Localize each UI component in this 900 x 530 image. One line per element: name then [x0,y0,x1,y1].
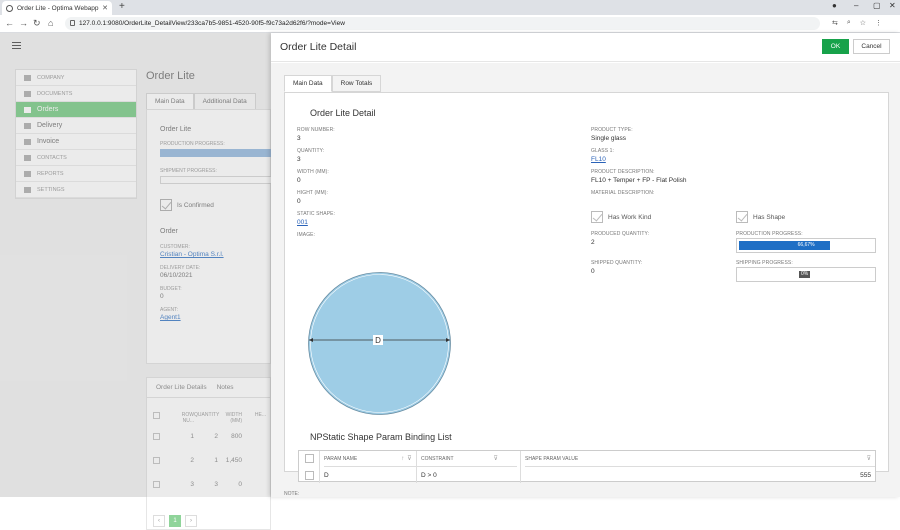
order-lite-detail-panel: Order Lite Detail OK Cancel Main Data Ro… [271,33,900,497]
cell-shape-param-value: 555 [860,471,871,479]
col-shape-param-value[interactable]: SHAPE PARAM VALUE ⊽ [525,451,875,467]
overlay-dim [0,33,271,497]
product-type-value: Single glass [591,135,627,142]
pager-prev-icon[interactable]: ‹ [153,515,165,527]
zoom-icon[interactable]: ⌕ [847,19,851,27]
param-binding-grid: PARAM NAME ↑ ⊽ CONSTRAINT ⊽ SHAPE PARAM … [298,450,876,483]
has-shape-label: Has Shape [753,214,786,221]
quantity-label: QUANTITY: [297,148,325,154]
browser-tab[interactable]: Order Lite - Optima Webapp ✕ [2,1,112,15]
pager-page[interactable]: 1 [169,515,181,527]
tab-main-data[interactable]: Main Data [284,75,332,92]
grid-separator [319,451,320,483]
product-description-value: FL10 + Temper + FP - Flat Polish [591,177,687,184]
panel-header: Order Lite Detail OK Cancel [271,33,900,62]
filter-icon[interactable]: ⊽ [407,455,411,462]
forward-icon[interactable]: → [19,18,28,28]
close-window-icon[interactable]: ✕ [889,1,896,10]
section-title: Order Lite Detail [310,108,376,118]
main-data-content: Order Lite Detail ROW NUMBER: 3 QUANTITY… [284,92,889,483]
new-tab-icon[interactable]: + [119,1,125,12]
col-param-name[interactable]: PARAM NAME ↑ ⊽ [324,451,422,467]
material-description-label: MATERIAL DESCRIPTION: [591,190,655,196]
shipping-progress-bar: 0% [736,267,876,282]
height-label: HIGHT (MM): [297,190,329,196]
sort-asc-icon[interactable]: ↑ [401,456,404,462]
note-label: NOTE: [284,491,300,497]
produced-quantity-label: PRODUCED QUANTITY: [591,231,650,237]
produced-quantity-value: 2 [591,239,595,246]
back-icon[interactable]: ← [5,18,14,28]
bookmark-icon[interactable]: ☆ [860,19,866,27]
row-checkbox[interactable] [305,471,314,480]
product-description-label: PRODUCT DESCRIPTION: [591,169,655,175]
pager-next-icon[interactable]: › [185,515,197,527]
browser-tab-title: Order Lite - Optima Webapp [17,4,99,12]
shipping-progress-label: SHIPPING PROGRESS: [736,260,793,266]
url-field[interactable]: 127.0.0.1:9080/OrderLite_DetailView/233c… [65,17,820,30]
image-label: IMAGE: [297,232,316,238]
width-label: WIDTH (MM): [297,169,329,175]
menu-icon[interactable]: ⋮ [875,19,882,27]
cell-constraint: D > 0 [421,471,437,479]
shipped-quantity-label: SHIPPED QUANTITY: [591,260,643,266]
quantity-value: 3 [297,156,301,163]
has-work-kind-label: Has Work Kind [608,214,652,221]
static-shape-label: STATIC SHAPE: [297,211,336,217]
grid-separator [520,451,521,483]
panel-body: Main Data Row Totals Order Lite Detail R… [271,63,900,497]
static-shape-link[interactable]: 001 [297,219,308,226]
width-value: 0 [297,177,301,184]
cell-param-name: D [324,471,329,479]
browser-tab-bar: Order Lite - Optima Webapp ✕ + ● – ▢ ✕ [0,0,900,15]
shape-image: D [308,272,451,415]
has-shape-checkbox[interactable] [736,211,748,223]
favicon-icon [6,4,13,12]
select-all-checkbox[interactable] [305,454,314,463]
cancel-button[interactable]: Cancel [853,39,890,54]
panel-title: Order Lite Detail [280,41,357,53]
row-number-label: ROW NUMBER: [297,127,335,133]
glass-label: GLASS 1: [591,148,615,154]
info-icon[interactable] [70,20,75,26]
has-work-kind-checkbox[interactable] [591,211,603,223]
height-value: 0 [297,198,301,205]
profile-icon[interactable]: ● [832,1,837,10]
close-tab-icon[interactable]: ✕ [102,4,108,12]
tab-row-totals[interactable]: Row Totals [331,75,382,92]
row-number-value: 3 [297,135,301,142]
translate-icon[interactable]: ⇆ [832,19,838,27]
shipped-quantity-value: 0 [591,268,595,275]
ok-button[interactable]: OK [822,39,849,54]
maximize-icon[interactable]: ▢ [873,1,881,10]
product-type-label: PRODUCT TYPE: [591,127,633,133]
param-list-title: NPStatic Shape Param Binding List [310,432,452,442]
address-bar: ← → ↻ ⌂ 127.0.0.1:9080/OrderLite_DetailV… [0,15,900,33]
url-text: 127.0.0.1:9080/OrderLite_DetailView/233c… [79,20,345,27]
glass-link[interactable]: FL10 [591,156,606,163]
shipping-progress-text: 0% [799,271,811,278]
col-constraint[interactable]: CONSTRAINT ⊽ [421,451,517,467]
grid-separator [416,451,417,483]
minimize-icon[interactable]: – [854,1,858,10]
filter-icon[interactable]: ⊽ [494,455,498,462]
home-icon[interactable]: ⌂ [48,18,53,28]
production-progress-label: PRODUCTION PROGRESS: [736,231,803,237]
reload-icon[interactable]: ↻ [33,18,41,29]
production-progress-bar: 66,67% [736,238,876,253]
dimension-label: D [375,336,381,345]
filter-icon[interactable]: ⊽ [867,455,871,462]
production-progress-text: 66,67% [797,242,815,248]
